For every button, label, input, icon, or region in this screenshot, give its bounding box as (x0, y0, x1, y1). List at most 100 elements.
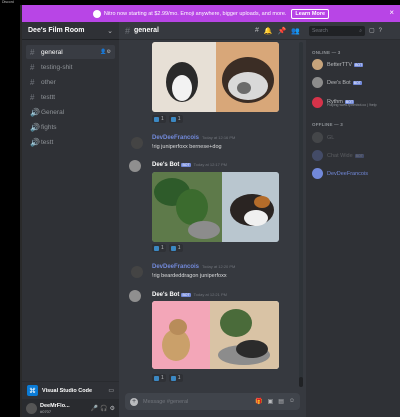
member-dees-bot[interactable]: Dee's Bot BOT (312, 77, 362, 88)
channel-testing-shit[interactable]: # testing-shit (26, 60, 115, 74)
member-rythm[interactable]: Rythm BOT Playing www.rythmbot.co | !hel… (312, 95, 398, 109)
message-header: Dee's Bot BOT Today at 12:17 PM (152, 162, 227, 168)
user-info: DeeMrFlo... #0707 (40, 403, 70, 414)
chevron-down-icon[interactable]: ⌄ (107, 27, 113, 35)
dog-cat-photo (152, 42, 279, 112)
channel-general[interactable]: # general 👤⚙ (26, 45, 115, 59)
emoji-icon (170, 375, 176, 381)
image-attachment[interactable] (152, 42, 279, 112)
server-header[interactable]: Dee's Film Room ⌄ (22, 22, 119, 40)
message-author[interactable]: Dee's Bot (152, 162, 179, 168)
avatar (312, 96, 323, 108)
reaction-1[interactable]: 1 (152, 244, 166, 252)
speaker-icon: 🔊 (30, 107, 40, 117)
chat-scroll-thumb[interactable] (299, 377, 303, 387)
message-header: Dee's Bot BOT Today at 12:21 PM (152, 292, 227, 298)
message-input[interactable]: Message #general (143, 399, 188, 405)
chat-header: # general # 🔔 📌 👥 (119, 22, 306, 40)
message-author[interactable]: Dee's Bot (152, 292, 179, 298)
screen-share-icon[interactable]: ▭ (108, 387, 114, 394)
window-title: Discord (2, 0, 14, 4)
channel-label: General (41, 108, 65, 116)
bot-badge: BOT (354, 153, 364, 158)
member-name: GL (327, 134, 335, 141)
hash-icon: # (125, 25, 131, 36)
avatar (312, 59, 323, 70)
header-icons: # 🔔 📌 👥 (255, 27, 300, 35)
pin-icon[interactable]: 📌 (278, 27, 287, 35)
message-header: DevDeeFrancois Today at 12:20 PM (152, 264, 235, 270)
avatar[interactable] (129, 290, 141, 302)
reaction-2[interactable]: 1 (168, 244, 183, 252)
channel-title: general (134, 27, 159, 34)
help-icon[interactable]: ? (379, 28, 382, 34)
lizard-dog-photo (152, 301, 279, 369)
image-attachment[interactable] (152, 301, 279, 369)
channel-other[interactable]: # other (26, 75, 115, 89)
gift-icon[interactable]: 🎁 (255, 398, 262, 405)
channel-list: # general 👤⚙ # testing-shit # other # te… (22, 40, 119, 149)
reaction-2[interactable]: 1 (168, 374, 183, 382)
message-time: Today at 12:16 PM (202, 135, 236, 140)
avatar[interactable] (129, 160, 141, 172)
emoji-icon (170, 245, 176, 251)
search-icon: ⌕ (359, 27, 362, 34)
online-section-label: ONLINE — 3 (312, 50, 341, 55)
hash-icon: # (30, 92, 35, 102)
member-betterttv[interactable]: BetterTTV BOT (312, 59, 364, 70)
inbox-icon[interactable]: ▢ (369, 27, 375, 34)
mute-icon[interactable]: 🎤 (91, 405, 98, 412)
threads-icon[interactable]: # (255, 27, 259, 35)
headphones-icon[interactable]: 🎧 (100, 405, 107, 412)
voice-channel-testt[interactable]: 🔊 testt (26, 135, 115, 149)
reaction-2[interactable]: 1 (168, 115, 183, 123)
channel-label: testt (41, 138, 54, 146)
voice-channel-general[interactable]: 🔊 General (26, 105, 115, 119)
message-header: DevDeeFrancois Today at 12:16 PM (152, 135, 235, 141)
message-author[interactable]: DevDeeFrancois (152, 264, 199, 270)
member-chat-wide[interactable]: Chat Wide BOT (312, 150, 364, 161)
search-input[interactable]: Search ⌕ (309, 25, 365, 36)
composer-tools: 🎁 ▣ ▤ ☺ (255, 398, 295, 405)
gear-icon[interactable]: ⚙ (110, 405, 115, 412)
message-time: Today at 12:21 PM (193, 292, 227, 297)
emoji-icon[interactable]: ☺ (289, 398, 295, 405)
hash-icon: # (30, 62, 35, 72)
avatar[interactable] (131, 266, 143, 278)
reactions: 1 1 (152, 374, 183, 382)
member-name: Dee's Bot (327, 79, 351, 86)
channel-settings-icons[interactable]: 👤⚙ (100, 49, 111, 55)
message-author[interactable]: DevDeeFrancois (152, 135, 199, 141)
avatar[interactable] (26, 402, 37, 414)
add-attachment-icon[interactable]: + (130, 397, 138, 406)
chat-area: # general # 🔔 📌 👥 1 1 DevDeeFrancois Tod… (119, 22, 306, 417)
voice-channel-fights[interactable]: 🔊 fights (26, 120, 115, 134)
bot-badge: BOT (352, 80, 362, 85)
avatar[interactable] (131, 137, 143, 149)
image-attachment[interactable] (152, 172, 279, 242)
reactions: 1 1 (152, 115, 183, 123)
message-composer[interactable]: + Message #general 🎁 ▣ ▤ ☺ (125, 393, 300, 410)
avatar (312, 168, 323, 179)
reaction-1[interactable]: 1 (152, 115, 166, 123)
members-icon[interactable]: 👥 (291, 27, 300, 35)
left-panel-background (0, 5, 22, 417)
close-icon[interactable]: × (389, 8, 394, 17)
user-controls: 🎤 🎧 ⚙ (91, 405, 115, 412)
sticker-icon[interactable]: ▤ (278, 398, 284, 405)
emoji-icon (170, 116, 176, 122)
reaction-1[interactable]: 1 (152, 374, 166, 382)
channel-testtt[interactable]: # testtt (26, 90, 115, 104)
bell-icon[interactable]: 🔔 (264, 27, 273, 35)
nitro-banner: Nitro now starting at $2.99/mo. Emoji an… (22, 5, 400, 22)
message-text: !rig juniperfoxx bernese+dog (152, 144, 222, 150)
search-placeholder: Search (312, 27, 328, 34)
hash-icon: # (30, 47, 35, 57)
member-gl[interactable]: GL (312, 132, 334, 143)
chat-scrollbar[interactable] (299, 42, 303, 387)
bot-badge: BOT (181, 293, 191, 297)
member-devdeefrancois[interactable]: DevDeeFrancois (312, 168, 368, 179)
learn-more-button[interactable]: Learn More (291, 8, 330, 19)
gif-icon[interactable]: ▣ (268, 398, 274, 405)
channel-label: fights (41, 123, 57, 131)
